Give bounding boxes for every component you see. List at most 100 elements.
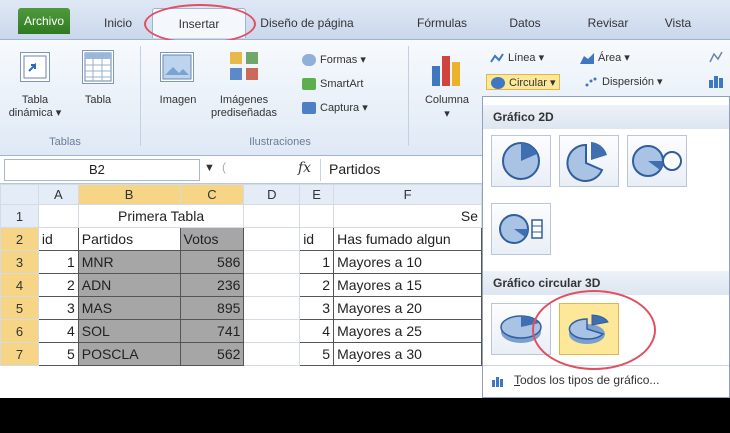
cell[interactable]: [243, 342, 301, 366]
cell[interactable]: Mayores a 25: [333, 319, 482, 343]
cell[interactable]: Mayores a 30: [333, 342, 482, 366]
cell[interactable]: id: [37, 227, 79, 251]
cell[interactable]: POSCLA: [77, 342, 181, 366]
cell[interactable]: 741: [179, 319, 245, 343]
smartart-button[interactable]: SmartArt: [302, 76, 363, 92]
row-header[interactable]: 5: [0, 296, 39, 320]
cell[interactable]: 895: [179, 296, 245, 320]
imagenes-prediseñadas-label[interactable]: Imágenes prediseñadas: [204, 94, 284, 120]
row-header[interactable]: 4: [0, 273, 39, 297]
smartart-label: SmartArt: [320, 78, 364, 90]
table-row: 3 1 MNR 586 1 Mayores a 10: [0, 250, 482, 274]
cell[interactable]: 586: [179, 250, 245, 274]
tabla-dinamica-label[interactable]: Tabla dinámica ▾: [4, 94, 66, 120]
cell[interactable]: [243, 296, 301, 320]
tab-inicio[interactable]: Inicio: [92, 8, 144, 38]
cell[interactable]: [243, 319, 301, 343]
tab-revisar[interactable]: Revisar: [578, 8, 638, 38]
cell[interactable]: 3: [37, 296, 79, 320]
row-header[interactable]: 7: [0, 342, 39, 366]
cell[interactable]: Mayores a 15: [333, 273, 482, 297]
imagenes-line1: Imágenes: [219, 94, 269, 106]
cell[interactable]: [243, 250, 301, 274]
column-header[interactable]: D: [243, 184, 301, 205]
cell[interactable]: 236: [179, 273, 245, 297]
cell[interactable]: Mayores a 20: [333, 296, 482, 320]
cell[interactable]: [37, 204, 79, 228]
cell[interactable]: [299, 204, 335, 228]
cell-selected[interactable]: Partidos: [77, 227, 181, 251]
bar-of-pie-option[interactable]: [491, 203, 551, 255]
row-header[interactable]: 1: [0, 204, 39, 228]
cell[interactable]: 3: [299, 296, 335, 320]
cell[interactable]: 5: [37, 342, 79, 366]
formula-dropdown-icon[interactable]: (: [222, 160, 226, 174]
circular-button[interactable]: Circular ▾: [486, 74, 561, 90]
bar-chart-icon[interactable]: [708, 74, 724, 88]
area-button[interactable]: Área ▾: [580, 50, 630, 66]
cell[interactable]: 4: [299, 319, 335, 343]
clipart-icon[interactable]: [228, 50, 260, 82]
imagen-label[interactable]: Imagen: [152, 94, 204, 107]
tab-formulas[interactable]: Fórmulas: [404, 8, 480, 38]
cell[interactable]: 4: [37, 319, 79, 343]
cell[interactable]: 2: [37, 273, 79, 297]
row-header[interactable]: 6: [0, 319, 39, 343]
tabla-label[interactable]: Tabla: [76, 94, 120, 107]
insert-function-button[interactable]: fx: [298, 160, 311, 176]
cell[interactable]: [243, 227, 301, 251]
name-box[interactable]: B2: [4, 159, 200, 181]
cell[interactable]: Mayores a 10: [333, 250, 482, 274]
table-icon[interactable]: [82, 50, 114, 84]
tab-diseno-pagina[interactable]: Diseño de página: [252, 8, 362, 38]
cell[interactable]: Votos: [179, 227, 245, 251]
cell[interactable]: 1: [37, 250, 79, 274]
stock-chart-icon[interactable]: [708, 50, 724, 64]
cell[interactable]: 2: [299, 273, 335, 297]
cell[interactable]: Has fumado algun: [333, 227, 482, 251]
tab-archivo[interactable]: Archivo: [18, 8, 70, 34]
formas-button[interactable]: Formas ▾: [302, 52, 366, 68]
cell[interactable]: 5: [299, 342, 335, 366]
column-header[interactable]: E: [299, 184, 335, 205]
captura-button[interactable]: Captura ▾: [302, 100, 368, 116]
exploded-pie-2d-option[interactable]: [559, 135, 619, 187]
cell[interactable]: SOL: [77, 319, 181, 343]
cell[interactable]: id: [299, 227, 335, 251]
columna-arrow[interactable]: ▾: [414, 108, 480, 121]
select-all-corner[interactable]: [0, 184, 39, 205]
dispersion-button[interactable]: Dispersión ▾: [584, 74, 663, 90]
column-chart-icon[interactable]: [430, 52, 464, 88]
cell[interactable]: [243, 273, 301, 297]
pie-2d-option[interactable]: [491, 135, 551, 187]
column-header[interactable]: F: [333, 184, 482, 205]
cell[interactable]: [243, 204, 301, 228]
columna-label[interactable]: Columna: [414, 94, 480, 107]
cell[interactable]: 562: [179, 342, 245, 366]
column-header[interactable]: B: [77, 184, 181, 205]
cell[interactable]: ADN: [77, 273, 181, 297]
cell[interactable]: Primera Tabla: [77, 204, 245, 228]
tab-datos[interactable]: Datos: [500, 8, 550, 38]
pie-icon: [502, 142, 540, 180]
highlight-circle-3d-option: [532, 290, 656, 370]
cell[interactable]: 1: [299, 250, 335, 274]
all-chart-types-link[interactable]: Todos los tipos de gráfico...: [492, 373, 659, 387]
linea-button[interactable]: Línea ▾: [490, 50, 544, 66]
image-icon[interactable]: [160, 52, 194, 82]
column-header[interactable]: C: [179, 184, 245, 205]
tab-vista[interactable]: Vista: [656, 8, 700, 38]
cell[interactable]: Se: [333, 204, 482, 228]
formula-input[interactable]: Partidos: [320, 159, 480, 181]
pie-of-pie-option[interactable]: [627, 135, 687, 187]
name-box-dropdown-icon[interactable]: ▼: [204, 162, 215, 174]
table-row: 1 Primera Tabla Se: [0, 204, 482, 228]
bar-of-pie-icon: [499, 214, 543, 244]
row-header[interactable]: 2: [0, 227, 39, 251]
cell[interactable]: MNR: [77, 250, 181, 274]
cell[interactable]: MAS: [77, 296, 181, 320]
column-header[interactable]: A: [37, 184, 79, 205]
linea-label: Línea ▾: [508, 52, 545, 64]
pivot-table-icon[interactable]: [20, 52, 50, 82]
row-header[interactable]: 3: [0, 250, 39, 274]
